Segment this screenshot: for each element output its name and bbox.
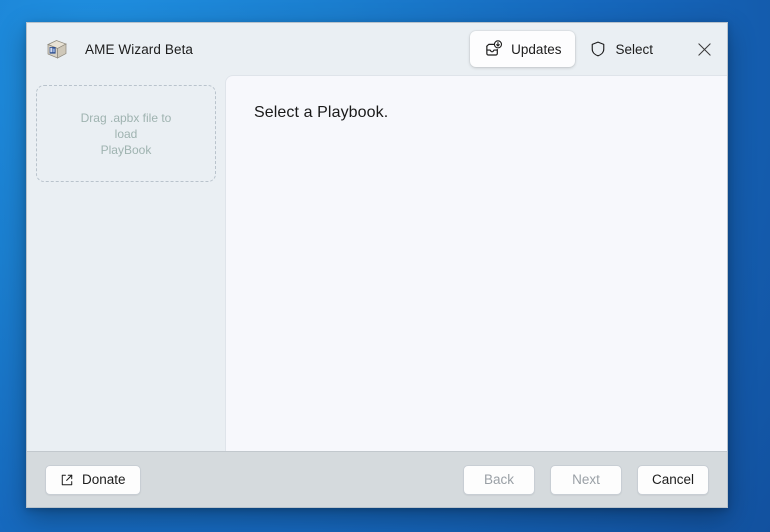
footer-actions: Back Next Cancel (463, 465, 709, 495)
cube-box-icon (45, 37, 69, 61)
window-title: AME Wizard Beta (85, 42, 193, 57)
playbook-dropzone-label: Drag .apbx file to load PlayBook (71, 110, 182, 158)
cancel-button-label: Cancel (652, 472, 694, 487)
select-button-label: Select (615, 42, 653, 57)
cancel-button[interactable]: Cancel (637, 465, 709, 495)
select-button[interactable]: Select (575, 31, 667, 67)
desktop-background: AME Wizard Beta Updates (0, 0, 770, 532)
external-link-icon (60, 473, 74, 487)
shield-icon (589, 40, 607, 58)
content-heading: Select a Playbook. (254, 104, 727, 122)
close-button[interactable] (681, 23, 727, 75)
window-body: Drag .apbx file to load PlayBook Select … (27, 75, 727, 451)
updates-button-label: Updates (511, 42, 561, 57)
back-button-label: Back (484, 472, 514, 487)
app-window: AME Wizard Beta Updates (26, 22, 728, 508)
updates-button[interactable]: Updates (470, 31, 575, 67)
next-button[interactable]: Next (550, 465, 622, 495)
updates-inbox-download-icon (484, 40, 503, 59)
sidebar: Drag .apbx file to load PlayBook (27, 75, 225, 451)
playbook-dropzone[interactable]: Drag .apbx file to load PlayBook (36, 85, 216, 182)
back-button[interactable]: Back (463, 465, 535, 495)
titlebar-actions: Updates Select (470, 23, 727, 75)
window-footer: Donate Back Next Cancel (27, 451, 727, 507)
donate-button[interactable]: Donate (45, 465, 141, 495)
donate-button-label: Donate (82, 472, 126, 487)
content-panel: Select a Playbook. (225, 75, 727, 451)
next-button-label: Next (572, 472, 600, 487)
close-icon (697, 42, 712, 57)
window-titlebar: AME Wizard Beta Updates (27, 23, 727, 75)
